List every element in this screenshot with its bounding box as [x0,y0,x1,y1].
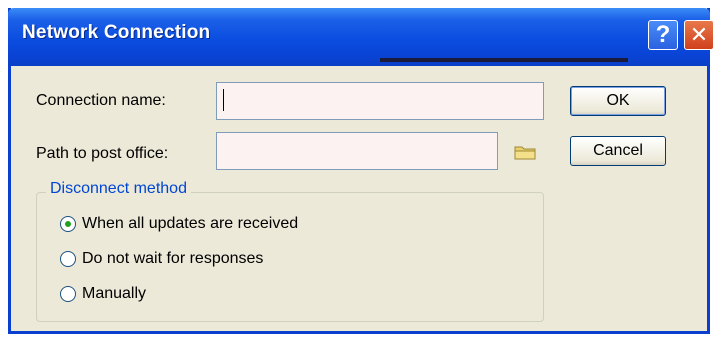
radio-button-checked[interactable] [60,216,76,232]
close-button[interactable]: ✕ [684,20,714,50]
radio-option-all-updates[interactable]: When all updates are received [60,213,298,235]
connection-name-label: Connection name: [36,92,166,109]
title-bar[interactable]: Network Connection ? ✕ [8,8,714,66]
radio-label: Do not wait for responses [82,250,264,267]
post-office-path-label: Path to post office: [36,145,169,162]
radio-button[interactable] [60,251,76,267]
help-button[interactable]: ? [648,20,678,50]
ok-button[interactable]: OK [570,86,666,116]
text-caret [223,89,224,111]
post-office-path-input[interactable] [216,132,498,170]
title-bar-stripe [380,58,628,62]
close-icon: ✕ [689,22,709,47]
radio-label: When all updates are received [82,215,299,232]
help-icon: ? [655,21,671,48]
disconnect-method-legend: Disconnect method [46,180,191,198]
folder-icon[interactable] [514,144,536,160]
radio-button[interactable] [60,286,76,302]
connection-name-input[interactable] [216,82,544,120]
radio-option-manually[interactable]: Manually [60,283,146,305]
radio-option-no-wait[interactable]: Do not wait for responses [60,248,263,270]
radio-label: Manually [82,285,147,302]
dialog-title: Network Connection [22,22,211,43]
cancel-button[interactable]: Cancel [570,136,666,166]
